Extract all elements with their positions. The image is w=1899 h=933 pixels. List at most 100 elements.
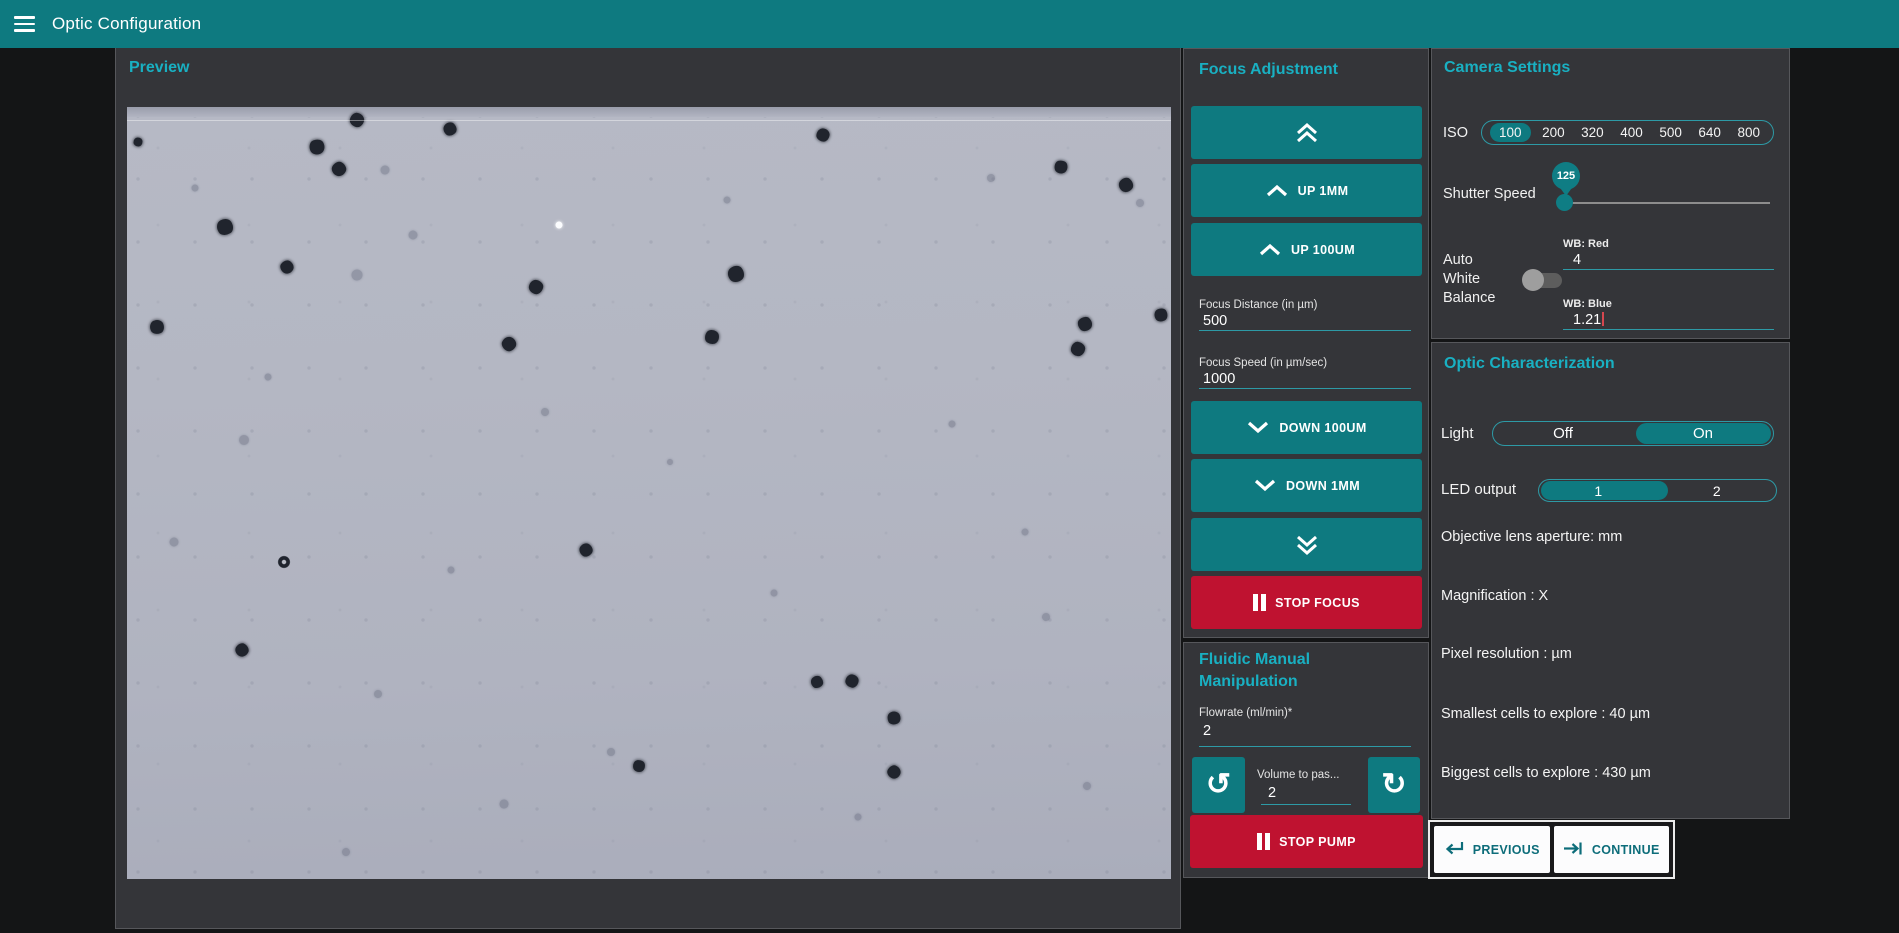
pixel-resolution-text: Pixel resolution : µm [1441, 646, 1572, 662]
wb-blue-underline [1563, 329, 1774, 330]
cell-speck [809, 674, 826, 691]
focus-title: Focus Adjustment [1199, 59, 1338, 81]
cell-speck [1152, 306, 1169, 323]
cell-speck [237, 433, 251, 447]
light-toggle-group: Off On [1492, 421, 1774, 446]
shutter-speed-slider-track[interactable] [1564, 202, 1770, 204]
focus-fast-down-button[interactable] [1191, 518, 1422, 571]
cell-speck [1135, 198, 1144, 207]
pump-forward-button[interactable]: ↻ [1368, 757, 1420, 813]
cell-speck [168, 536, 180, 548]
iso-selector: 100 200 320 400 500 640 800 [1481, 120, 1774, 145]
cell-speck [440, 119, 458, 137]
focus-fast-up-button[interactable] [1191, 106, 1422, 159]
cell-speck [275, 553, 293, 571]
iso-option-500[interactable]: 500 [1654, 123, 1687, 142]
stop-pump-button[interactable]: STOP PUMP [1190, 815, 1423, 868]
volume-underline [1261, 804, 1351, 805]
magnification-text: Magnification : X [1441, 588, 1548, 604]
chevron-down-icon [1253, 479, 1277, 492]
iso-option-640[interactable]: 640 [1693, 123, 1726, 142]
cell-speck [1021, 528, 1028, 535]
cell-speck [307, 137, 326, 156]
chevron-down-icon [1246, 421, 1270, 434]
fluidic-title: Fluidic Manual Manipulation [1199, 649, 1374, 692]
cell-speck [555, 221, 564, 230]
continue-button[interactable]: CONTINUE [1554, 826, 1670, 873]
cell-speck [380, 165, 390, 175]
optic-characterization-title: Optic Characterization [1444, 353, 1615, 375]
double-chevron-up-icon [1294, 122, 1320, 144]
focus-down-1mm-label: DOWN 1MM [1286, 479, 1360, 493]
cell-speck [816, 127, 831, 142]
cell-speck [1082, 781, 1093, 792]
focus-up-1mm-button[interactable]: UP 1MM [1191, 164, 1422, 217]
optic-configuration-screen: Optic Configuration Preview Focus Adjust… [0, 0, 1899, 933]
iso-option-400[interactable]: 400 [1615, 123, 1648, 142]
cell-speck [1054, 160, 1069, 175]
wb-red-input[interactable]: 4 [1573, 252, 1581, 268]
objective-lens-aperture-text: Objective lens aperture: mm [1441, 529, 1622, 545]
flowrate-input[interactable]: 2 [1203, 723, 1211, 739]
volume-label: Volume to pas... [1257, 769, 1355, 781]
shutter-speed-slider-thumb[interactable] [1556, 194, 1573, 211]
auto-white-balance-label: Auto White Balance [1443, 251, 1507, 308]
shutter-speed-value-badge: 125 [1552, 162, 1580, 190]
chevron-up-icon [1258, 243, 1282, 256]
focus-up-1mm-label: UP 1MM [1298, 184, 1349, 198]
biggest-cells-text: Biggest cells to explore : 430 µm [1441, 765, 1651, 781]
cell-speck [947, 419, 957, 429]
cell-speck [723, 195, 732, 204]
iso-option-320[interactable]: 320 [1576, 123, 1609, 142]
focus-down-100um-label: DOWN 100UM [1279, 421, 1366, 435]
camera-settings-panel: Camera Settings ISO 100 200 320 400 500 … [1431, 48, 1790, 339]
return-left-icon [1444, 841, 1465, 859]
light-off-option[interactable]: Off [1493, 422, 1633, 445]
focus-distance-input[interactable]: 500 [1203, 313, 1227, 329]
stop-focus-button[interactable]: STOP FOCUS [1191, 576, 1422, 629]
pump-reverse-button[interactable]: ↺ [1192, 757, 1245, 813]
wb-red-underline [1563, 269, 1774, 270]
focus-down-100um-button[interactable]: DOWN 100UM [1191, 401, 1422, 454]
cell-speck [341, 847, 351, 857]
cell-speck [667, 459, 674, 466]
focus-up-100um-button[interactable]: UP 100UM [1191, 223, 1422, 276]
microscope-preview-image [127, 107, 1171, 879]
rotate-ccw-icon: ↺ [1206, 770, 1231, 800]
cell-speck [853, 812, 863, 822]
focus-down-1mm-button[interactable]: DOWN 1MM [1191, 459, 1422, 512]
wb-blue-input[interactable]: 1.21 [1573, 312, 1604, 328]
shutter-speed-label: Shutter Speed [1443, 186, 1536, 202]
volume-input[interactable]: 2 [1268, 785, 1276, 801]
focus-speed-input[interactable]: 1000 [1203, 371, 1235, 387]
cell-speck [348, 111, 365, 128]
cell-speck [499, 334, 518, 353]
led-output-toggle-group: 1 2 [1538, 479, 1777, 502]
chevron-up-icon [1265, 184, 1289, 197]
light-on-option[interactable]: On [1633, 422, 1773, 445]
cell-speck [134, 137, 143, 146]
cell-speck [233, 641, 251, 659]
pause-icon [1257, 833, 1270, 850]
focus-adjustment-panel: Focus Adjustment UP 1MM UP 100UM Focus D… [1183, 48, 1429, 638]
focus-speed-underline [1199, 388, 1411, 389]
preview-panel: Preview [115, 48, 1181, 929]
iso-option-800[interactable]: 800 [1732, 123, 1765, 142]
cell-speck [704, 330, 719, 345]
smallest-cells-text: Smallest cells to explore : 40 µm [1441, 706, 1650, 722]
fluidic-panel: Fluidic Manual Manipulation Flowrate (ml… [1183, 642, 1429, 878]
preview-title: Preview [129, 57, 189, 79]
led-option-2[interactable]: 2 [1658, 480, 1777, 501]
cell-speck [1041, 611, 1051, 621]
cell-speck [329, 159, 348, 178]
flowrate-label: Flowrate (ml/min)* [1199, 707, 1292, 719]
auto-white-balance-toggle[interactable] [1525, 273, 1562, 288]
iso-option-200[interactable]: 200 [1537, 123, 1570, 142]
continue-label: CONTINUE [1592, 843, 1660, 857]
iso-option-100[interactable]: 100 [1490, 123, 1531, 142]
cell-speck [446, 565, 456, 575]
menu-icon[interactable] [14, 16, 35, 32]
led-option-1[interactable]: 1 [1539, 480, 1658, 501]
previous-button[interactable]: PREVIOUS [1434, 826, 1550, 873]
app-title: Optic Configuration [52, 14, 201, 34]
